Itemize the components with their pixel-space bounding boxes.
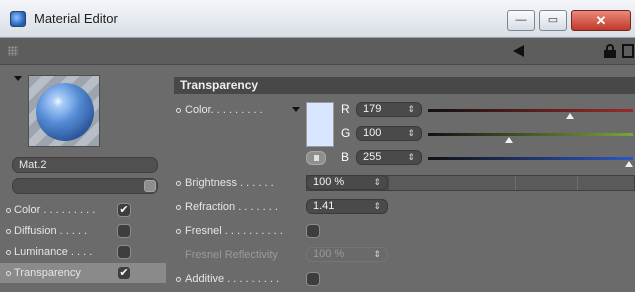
green-slider-handle[interactable] (504, 137, 513, 143)
property-bullet-icon[interactable] (176, 181, 181, 186)
spin-arrows-icon[interactable]: ⇕ (407, 103, 415, 116)
material-name-field[interactable]: Mat.2 (12, 157, 158, 173)
color-mode-dropdown-icon[interactable] (292, 107, 300, 112)
green-value: 100 (363, 127, 382, 139)
brightness-value-field[interactable]: 100 % ⇕ (306, 175, 388, 190)
toolbar (0, 38, 635, 65)
channel-bullet-icon (6, 208, 11, 213)
property-bullet-icon[interactable] (176, 205, 181, 210)
grip-icon[interactable] (8, 46, 18, 56)
window-title: Material Editor (34, 11, 118, 26)
refraction-label: Refraction . . . . . . . (185, 201, 278, 213)
channel-bullet-icon (6, 250, 11, 255)
red-slider-handle[interactable] (565, 113, 574, 119)
spin-arrows-icon[interactable]: ⇕ (373, 176, 381, 189)
brightness-label: Brightness . . . . . . (185, 177, 274, 189)
lock-icon[interactable] (604, 44, 616, 58)
maximize-button[interactable]: ▭ (539, 10, 567, 31)
green-slider[interactable] (428, 133, 633, 136)
color-swatch[interactable] (306, 102, 334, 147)
green-channel-label: G (341, 126, 351, 140)
brightness-value: 100 % (313, 176, 345, 188)
channel-color-checkbox[interactable]: ✔ (117, 203, 131, 217)
red-value: 179 (363, 103, 382, 115)
red-slider[interactable] (428, 109, 633, 112)
spin-arrows-icon[interactable]: ⇕ (407, 151, 415, 164)
blue-slider-handle[interactable] (625, 161, 633, 167)
preview-sphere (36, 83, 94, 141)
channel-label: Diffusion . . . . . (14, 225, 88, 237)
refraction-property: Refraction . . . . . . . (176, 198, 306, 216)
channel-luminance[interactable]: Luminance . . . . (0, 242, 166, 262)
channel-label: Luminance . . . . (14, 246, 93, 258)
spin-arrows-icon[interactable]: ⇕ (407, 127, 415, 140)
fresnel-reflectivity-value: 100 % (313, 248, 345, 260)
property-bullet-icon[interactable] (176, 277, 181, 282)
blue-value: 255 (363, 151, 382, 163)
additive-property: Additive . . . . . . . . . (176, 270, 306, 288)
additive-label: Additive . . . . . . . . . (185, 273, 280, 285)
red-channel-label: R (341, 102, 350, 116)
refraction-value-field[interactable]: 1.41 ⇕ (306, 199, 388, 214)
section-title: Transparency (174, 77, 635, 94)
fresnel-reflectivity-value-field: 100 % ⇕ (306, 247, 388, 262)
material-sidebar: Mat.2 Color . . . . . . . . . ✔ Diffusio… (0, 65, 166, 292)
channel-luminance-checkbox[interactable] (117, 245, 131, 259)
fresnel-reflectivity-property: Fresnel Reflectivity (176, 246, 306, 264)
property-bullet-icon[interactable] (176, 108, 181, 113)
color-label: Color. . . . . . . . . (185, 104, 263, 116)
channel-transparency[interactable]: Transparency ✔ (0, 263, 166, 283)
green-value-field[interactable]: 100 ⇕ (356, 126, 422, 141)
channel-bullet-icon (6, 229, 11, 234)
material-preview[interactable] (28, 75, 100, 147)
blue-value-field[interactable]: 255 ⇕ (356, 150, 422, 165)
title-bar: Material Editor — ▭ ✕ (0, 0, 635, 38)
color-property: Color. . . . . . . . . (176, 101, 296, 119)
spin-arrows-icon[interactable]: ⇕ (373, 200, 381, 213)
blue-slider[interactable] (428, 157, 633, 160)
fresnel-reflectivity-label: Fresnel Reflectivity (185, 249, 278, 261)
back-arrow-icon[interactable] (513, 45, 524, 57)
new-window-icon[interactable] (622, 44, 634, 58)
property-bullet-icon[interactable] (176, 229, 181, 234)
red-value-field[interactable]: 179 ⇕ (356, 102, 422, 117)
refraction-value: 1.41 (313, 200, 335, 212)
channel-label: Transparency (14, 267, 81, 279)
material-scrollbar[interactable] (12, 178, 158, 194)
material-editor-app-icon (10, 11, 26, 27)
fresnel-label: Fresnel . . . . . . . . . . (185, 225, 283, 237)
spin-arrows-icon: ⇕ (373, 249, 381, 259)
channel-transparency-checkbox[interactable]: ✔ (117, 266, 131, 280)
minimize-button[interactable]: — (507, 10, 535, 31)
fresnel-property: Fresnel . . . . . . . . . . (176, 222, 306, 240)
brightness-property: Brightness . . . . . . (176, 174, 306, 192)
scrollbar-thumb[interactable] (144, 180, 156, 192)
close-button[interactable]: ✕ (571, 10, 631, 31)
channel-bullet-icon (6, 271, 11, 276)
channel-color[interactable]: Color . . . . . . . . . ✔ (0, 200, 166, 220)
blue-channel-label: B (341, 150, 350, 164)
color-picker-button[interactable] (306, 151, 326, 165)
channel-diffusion-checkbox[interactable] (117, 224, 131, 238)
channel-label: Color . . . . . . . . . (14, 204, 96, 216)
fresnel-checkbox[interactable] (306, 224, 320, 238)
channel-diffusion[interactable]: Diffusion . . . . . (0, 221, 166, 241)
preview-menu-arrow-icon[interactable] (14, 76, 22, 81)
additive-checkbox[interactable] (306, 272, 320, 286)
properties-panel: Transparency Color. . . . . . . . . R 17… (166, 65, 635, 292)
